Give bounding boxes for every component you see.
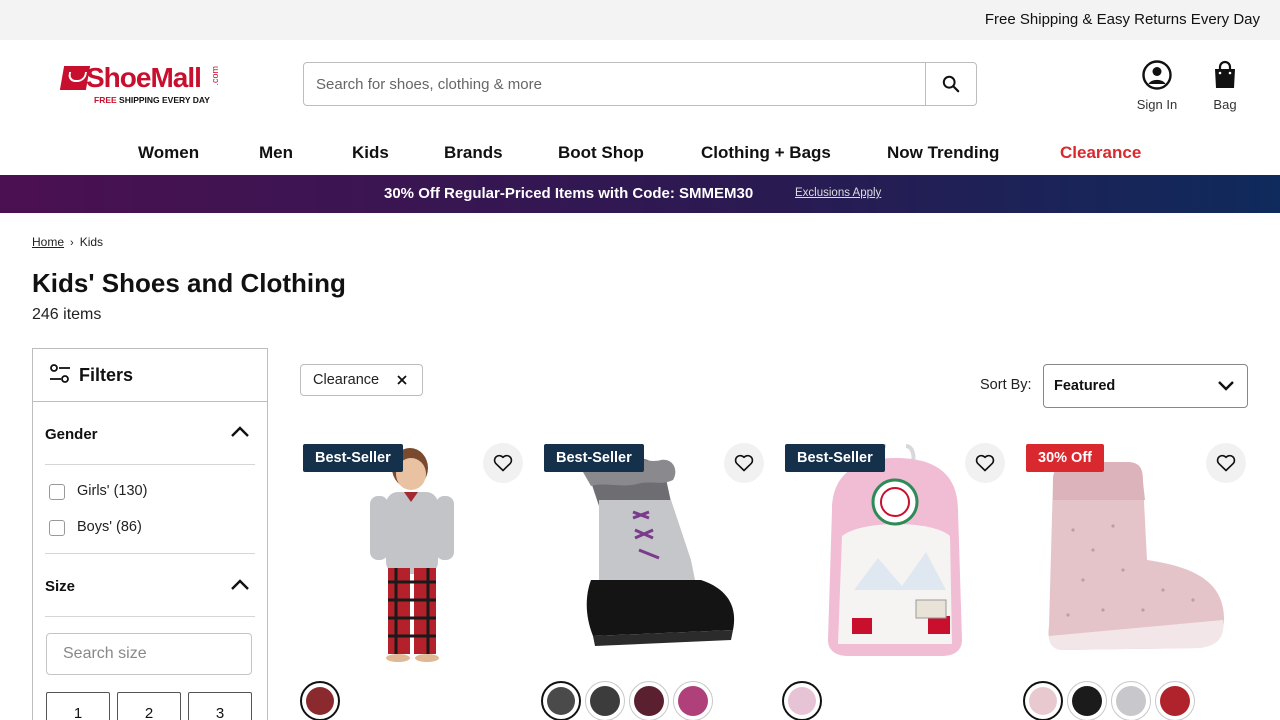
heart-icon — [734, 454, 754, 472]
nav-clothing-bags[interactable]: Clothing + Bags — [701, 143, 831, 163]
chevron-up-icon[interactable] — [231, 578, 249, 590]
logo-dotcom: .com — [210, 66, 220, 86]
product-card[interactable]: Best-Seller — [782, 440, 1008, 720]
wishlist-button[interactable] — [1206, 443, 1246, 483]
best-seller-badge: Best-Seller — [785, 444, 885, 472]
size-filter-title[interactable]: Size — [45, 578, 75, 595]
color-swatch[interactable] — [585, 681, 625, 720]
product-card[interactable]: Best-Seller — [300, 440, 526, 720]
search-icon — [942, 75, 960, 93]
color-swatch[interactable] — [300, 681, 340, 720]
nav-now-trending[interactable]: Now Trending — [887, 143, 999, 163]
color-swatch[interactable] — [1023, 681, 1063, 720]
divider — [45, 464, 255, 465]
promo-text: 30% Off Regular-Priced Items with Code: … — [384, 185, 754, 202]
divider — [45, 616, 255, 617]
logo-name: ShoeMall — [86, 62, 202, 93]
sort-label: Sort By: — [980, 377, 1032, 393]
shopping-bag-icon — [1215, 60, 1235, 88]
filters-title: Filters — [79, 365, 134, 385]
product-card[interactable]: Best-Seller — [541, 440, 767, 720]
exclusions-link[interactable]: Exclusions Apply — [795, 187, 881, 199]
search-input[interactable] — [304, 63, 926, 105]
shipping-banner: Free Shipping & Easy Returns Every Day — [0, 0, 1280, 40]
gender-filter-title[interactable]: Gender — [45, 426, 98, 443]
chevron-down-icon — [1218, 381, 1234, 391]
wishlist-button[interactable] — [724, 443, 764, 483]
promo-banner: 30% Off Regular-Priced Items with Code: … — [0, 175, 1280, 213]
chevron-up-icon[interactable] — [231, 425, 249, 437]
page-title: Kids' Shoes and Clothing — [32, 268, 346, 298]
color-swatch[interactable] — [782, 681, 822, 720]
bag-button[interactable]: Bag — [1204, 60, 1246, 112]
checkbox-boys[interactable] — [49, 520, 65, 536]
bag-label: Bag — [1213, 97, 1237, 112]
color-swatch[interactable] — [673, 681, 713, 720]
user-icon — [1142, 60, 1172, 90]
logo-tagline: FREE SHIPPING EVERY DAY — [94, 95, 210, 105]
sort-select[interactable]: Featured — [1043, 364, 1248, 408]
heart-icon — [975, 454, 995, 472]
main-nav: Women Men Kids Brands Boot Shop Clothing… — [0, 140, 1280, 174]
nav-men[interactable]: Men — [259, 143, 293, 163]
nav-clearance[interactable]: Clearance — [1060, 143, 1141, 163]
color-swatch[interactable] — [1111, 681, 1151, 720]
size-option-2[interactable]: 2 — [117, 692, 181, 720]
checkbox-girls[interactable] — [49, 484, 65, 500]
search-button[interactable] — [925, 63, 976, 105]
heart-icon — [1216, 454, 1236, 472]
close-icon[interactable] — [396, 374, 408, 386]
gender-option-boys[interactable]: Boys' (86) — [77, 519, 142, 535]
filters-header: Filters — [33, 349, 267, 402]
color-swatch[interactable] — [541, 681, 581, 720]
item-count: 246 items — [32, 306, 102, 323]
chevron-right-icon: › — [70, 237, 74, 249]
filter-sliders-icon — [50, 364, 70, 383]
color-swatch[interactable] — [629, 681, 669, 720]
size-option-3[interactable]: 3 — [188, 692, 252, 720]
divider — [45, 553, 255, 554]
nav-brands[interactable]: Brands — [444, 143, 503, 163]
color-swatch[interactable] — [1067, 681, 1107, 720]
shoemall-logo[interactable]: ShoeMall .com FREE SHIPPING EVERY DAY — [59, 62, 222, 108]
nav-boot-shop[interactable]: Boot Shop — [558, 143, 644, 163]
wishlist-button[interactable] — [483, 443, 523, 483]
heart-icon — [493, 454, 513, 472]
breadcrumb-home[interactable]: Home — [32, 235, 64, 249]
sort-value: Featured — [1054, 378, 1116, 394]
best-seller-badge: Best-Seller — [303, 444, 403, 472]
nav-kids[interactable]: Kids — [352, 143, 389, 163]
size-search-input[interactable] — [47, 634, 251, 674]
shipping-message: Free Shipping & Easy Returns Every Day — [984, 11, 1260, 28]
size-search — [46, 633, 252, 675]
active-filter-label: Clearance — [313, 372, 380, 388]
search-bar — [303, 62, 977, 106]
gender-option-girls[interactable]: Girls' (130) — [77, 483, 147, 499]
wishlist-button[interactable] — [965, 443, 1005, 483]
size-option-1[interactable]: 1 — [46, 692, 110, 720]
sign-in-button[interactable]: Sign In — [1130, 60, 1184, 112]
filters-panel: Filters Gender Girls' (130) Boys' (86) S… — [32, 348, 268, 720]
active-filter-chip[interactable]: Clearance — [300, 364, 423, 396]
discount-badge: 30% Off — [1026, 444, 1104, 472]
product-card[interactable]: 30% Off — [1023, 440, 1249, 720]
nav-women[interactable]: Women — [138, 143, 199, 163]
sign-in-label: Sign In — [1136, 97, 1178, 112]
breadcrumb-current: Kids — [79, 235, 104, 249]
color-swatch[interactable] — [1155, 681, 1195, 720]
best-seller-badge: Best-Seller — [544, 444, 644, 472]
breadcrumb: Home › Kids — [32, 235, 103, 249]
